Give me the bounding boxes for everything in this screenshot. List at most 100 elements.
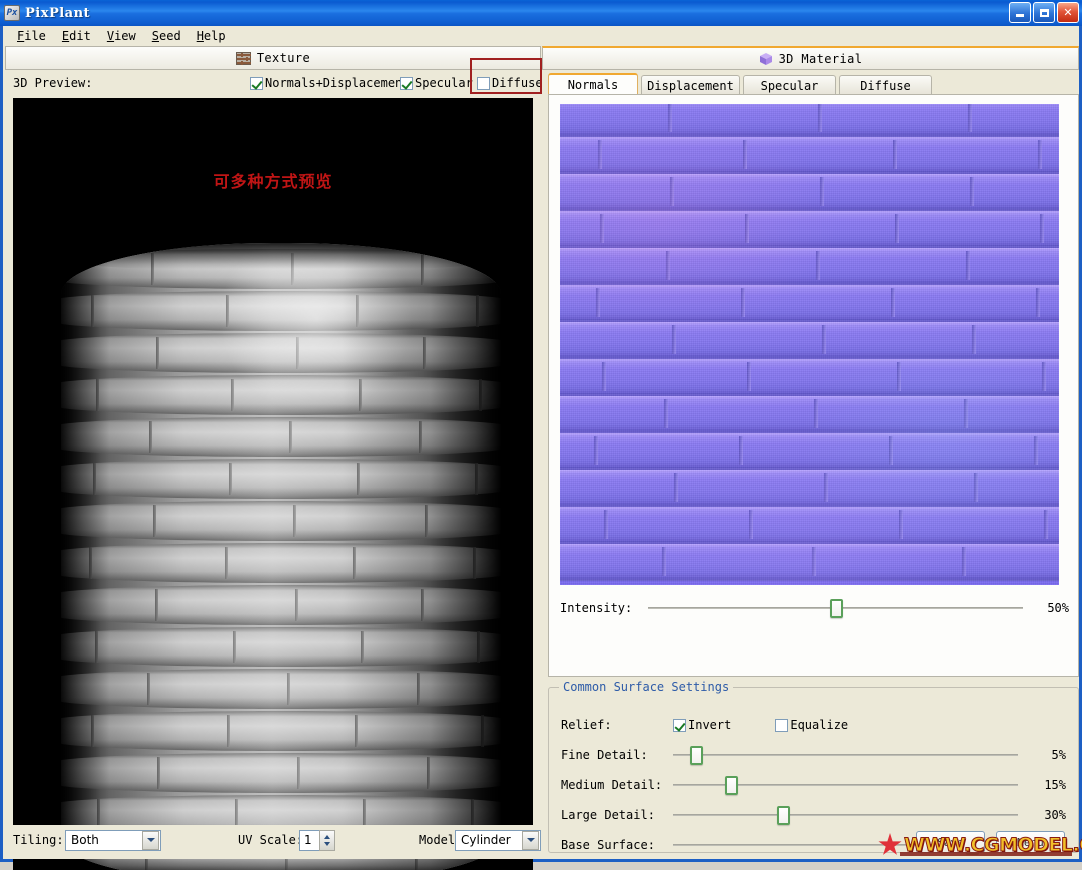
material-panel: 3D Material Normals Displacement Specula…	[542, 46, 1079, 855]
preview-annotation-text: 可多种方式预览	[213, 172, 333, 191]
diffuse-annotation-rect	[470, 58, 542, 94]
model-value: Cylinder	[461, 833, 511, 847]
normals-tab-pane: Intensity: 50%	[548, 94, 1079, 677]
tab-normals[interactable]: Normals	[548, 73, 638, 95]
relief-label: Relief:	[561, 718, 612, 732]
intensity-slider[interactable]	[648, 598, 1023, 618]
chevron-down-icon[interactable]	[142, 830, 159, 850]
brick-wall-icon	[235, 51, 251, 65]
menu-button[interactable]: Menu	[996, 831, 1065, 853]
tab-displacement[interactable]: Displacement	[641, 75, 740, 95]
pixplant-logo-icon: Px	[4, 5, 20, 21]
intensity-row: Intensity: 50%	[560, 595, 1069, 621]
stepper-down-icon[interactable]	[324, 841, 330, 846]
uv-scale-stepper[interactable]	[319, 829, 335, 851]
checkbox-normals-displacement[interactable]: Normals+Displacement	[250, 76, 410, 90]
medium-detail-slider-thumb[interactable]	[724, 776, 738, 795]
medium-detail-slider[interactable]	[673, 775, 1018, 795]
close-button[interactable]: ✕	[1057, 2, 1079, 23]
tiling-value: Both	[71, 833, 99, 847]
checkbox-invert-box[interactable]	[673, 718, 686, 732]
menu-button-label: Menu	[1017, 835, 1044, 849]
checkbox-invert-label: Invert	[688, 718, 732, 732]
3d-preview-viewport[interactable]: 可多种方式预览	[13, 98, 533, 870]
tab-specular-label: Specular	[760, 78, 819, 93]
menu-item-edit[interactable]: Edit	[55, 28, 100, 44]
checkbox-normals-displacement-label: Normals+Displacement	[265, 76, 410, 90]
close-icon: ✕	[1063, 6, 1073, 19]
material-panel-header[interactable]: 3D Material	[542, 46, 1079, 70]
tiling-select[interactable]: Both	[65, 829, 161, 851]
texture-panel-header[interactable]: Texture	[5, 46, 541, 70]
common-surface-settings-legend: Common Surface Settings	[559, 680, 734, 694]
fine-detail-slider[interactable]	[673, 745, 1018, 765]
texture-panel: Texture 3D Preview: Normals+Displacement…	[5, 46, 543, 870]
tab-diffuse[interactable]: Diffuse	[839, 75, 932, 95]
checkbox-specular-label: Specular	[415, 76, 473, 90]
fine-detail-row: Fine Detail: 5%	[549, 744, 1080, 766]
intensity-value: 50%	[1047, 601, 1069, 615]
tab-displacement-label: Displacement	[647, 78, 734, 93]
texture-panel-title: Texture	[256, 51, 311, 65]
tab-specular[interactable]: Specular	[743, 75, 836, 95]
checkbox-normals-displacement-box[interactable]	[250, 76, 263, 90]
cylinder-shading	[61, 243, 501, 870]
window-title: PixPlant	[25, 5, 91, 21]
normal-map-preview[interactable]	[560, 104, 1059, 585]
material-tabs: Normals Displacement Specular Diffuse	[548, 73, 1079, 95]
checkbox-specular[interactable]: Specular	[400, 76, 473, 90]
intensity-slider-thumb[interactable]	[829, 599, 843, 618]
tiling-label: Tiling:	[13, 833, 64, 847]
cylinder-top-rim	[61, 243, 501, 269]
window-controls: ✕	[1009, 2, 1079, 23]
large-detail-row: Large Detail: 30%	[549, 804, 1080, 826]
medium-detail-value: 15%	[1044, 778, 1066, 792]
fine-detail-value: 5%	[1051, 748, 1066, 762]
large-detail-value: 30%	[1044, 808, 1066, 822]
stepper-up-icon[interactable]	[324, 834, 330, 839]
preview-label: 3D Preview:	[13, 76, 93, 90]
menu-item-view[interactable]: View	[100, 28, 145, 44]
menu-bar: FFileile Edit View Seed Help	[3, 26, 1079, 46]
minimize-button[interactable]	[1009, 2, 1031, 23]
relief-row: Relief: Invert Equalize	[549, 714, 1080, 736]
menu-item-help[interactable]: Help	[190, 28, 235, 44]
preview-options-bar: 3D Preview: Normals+Displacement Specula…	[5, 58, 543, 95]
status-bar	[3, 855, 1079, 859]
maximize-button[interactable]	[1033, 2, 1055, 23]
uv-scale-label: UV Scale:	[238, 833, 304, 847]
menu-item-file[interactable]: FFileile	[10, 28, 55, 44]
intensity-label: Intensity:	[560, 601, 633, 615]
checkbox-equalize[interactable]: Equalize	[775, 718, 848, 732]
application-window: Px PixPlant ✕ FFileile Edit View Seed He…	[0, 0, 1082, 870]
texture-toolbar: Tiling: Both UV Scale: 1 Model: Cylinder	[5, 825, 541, 855]
3d-cube-icon	[759, 52, 773, 66]
fine-detail-slider-thumb[interactable]	[690, 746, 704, 765]
checkbox-equalize-box[interactable]	[775, 718, 789, 732]
cylinder-model-render	[61, 243, 501, 870]
checkbox-specular-box[interactable]	[400, 76, 413, 90]
large-detail-slider-thumb[interactable]	[776, 806, 790, 825]
chevron-down-icon[interactable]	[522, 830, 539, 850]
medium-detail-row: Medium Detail: 15%	[549, 774, 1080, 796]
client-area: FFileile Edit View Seed Help	[3, 26, 1079, 870]
common-surface-settings-group: Common Surface Settings Relief: Invert E…	[548, 680, 1080, 855]
title-bar: Px PixPlant ✕	[0, 0, 1082, 26]
model-select[interactable]: Cylinder	[455, 829, 541, 851]
save-button[interactable]: Save	[916, 831, 985, 853]
save-button-label: Save	[937, 835, 964, 849]
uv-scale-value: 1	[304, 833, 312, 847]
fine-detail-slider-track[interactable]	[673, 754, 1018, 756]
large-detail-label: Large Detail:	[561, 808, 655, 822]
tab-diffuse-label: Diffuse	[860, 78, 911, 93]
tab-normals-label: Normals	[567, 78, 619, 92]
large-detail-slider-track[interactable]	[673, 814, 1018, 816]
checkbox-equalize-label: Equalize	[790, 718, 849, 732]
material-panel-title: 3D Material	[778, 51, 863, 66]
fine-detail-label: Fine Detail:	[561, 748, 648, 762]
menu-item-seed[interactable]: Seed	[145, 28, 190, 44]
large-detail-slider[interactable]	[673, 805, 1018, 825]
checkbox-invert[interactable]: Invert	[673, 718, 731, 732]
medium-detail-label: Medium Detail:	[561, 778, 663, 792]
base-surface-label: Base Surface:	[561, 838, 655, 852]
